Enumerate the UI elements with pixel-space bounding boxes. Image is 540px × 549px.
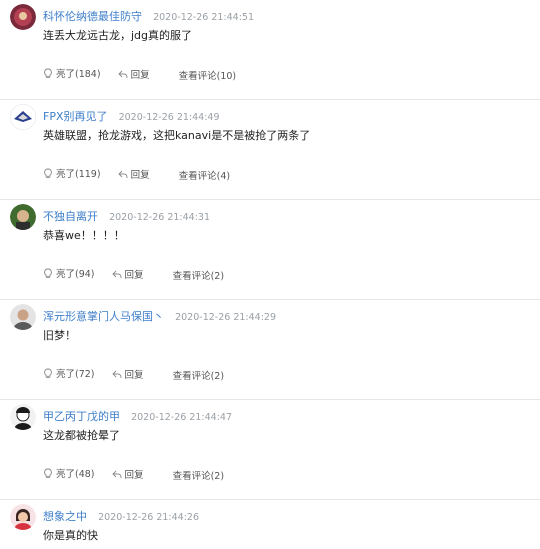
like-button[interactable]: 亮了(94) bbox=[43, 266, 95, 280]
view-comments-link[interactable]: 查看评论(2) bbox=[173, 268, 224, 282]
username[interactable]: 浑元形意掌门人马保国丶 bbox=[43, 310, 164, 323]
reply-arrow-icon bbox=[111, 470, 121, 478]
comment-item: 科怀伦纳德最佳防守 2020-12-26 21:44:51 连丢大龙远古龙，jd… bbox=[0, 0, 540, 100]
timestamp: 2020-12-26 21:44:31 bbox=[109, 212, 210, 223]
avatar[interactable] bbox=[10, 4, 36, 30]
view-comments-label: 查看评论(10) bbox=[178, 70, 237, 82]
timestamp: 2020-12-26 21:44:49 bbox=[118, 112, 220, 123]
username[interactable]: 甲乙丙丁戊的甲 bbox=[43, 410, 120, 423]
reply-arrow-icon bbox=[117, 170, 128, 178]
reply-button[interactable]: 回复 bbox=[117, 167, 150, 181]
like-count: 亮了(119) bbox=[56, 169, 101, 180]
timestamp: 2020-12-26 21:44:29 bbox=[175, 312, 276, 323]
like-button[interactable]: 亮了(184) bbox=[43, 66, 101, 80]
view-comments-label: 查看评论(2) bbox=[172, 470, 225, 482]
view-comments-link[interactable]: 查看评论(2) bbox=[173, 468, 224, 482]
reply-button[interactable]: 回复 bbox=[117, 67, 150, 81]
reply-arrow-icon bbox=[117, 70, 128, 78]
view-comments-link[interactable]: 查看评论(10) bbox=[179, 68, 237, 82]
avatar[interactable] bbox=[10, 404, 36, 430]
timestamp: 2020-12-26 21:44:51 bbox=[153, 12, 254, 23]
reply-label: 回复 bbox=[130, 70, 150, 81]
lightbulb-icon bbox=[44, 68, 52, 78]
lightbulb-icon bbox=[44, 368, 52, 378]
comment-text: 这龙都被抢晕了 bbox=[43, 429, 120, 442]
reply-label: 回复 bbox=[130, 170, 150, 181]
avatar[interactable] bbox=[10, 304, 36, 330]
like-button[interactable]: 亮了(48) bbox=[43, 466, 95, 480]
view-comments-label: 查看评论(2) bbox=[172, 270, 225, 282]
like-count: 亮了(72) bbox=[56, 369, 95, 380]
username[interactable]: 想象之中 bbox=[43, 510, 87, 523]
username[interactable]: FPX别再见了 bbox=[43, 110, 108, 123]
reply-label: 回复 bbox=[124, 370, 144, 381]
like-count: 亮了(184) bbox=[56, 69, 101, 80]
reply-button[interactable]: 回复 bbox=[111, 267, 144, 281]
avatar[interactable] bbox=[10, 504, 36, 530]
comment-item: 不独自离开 2020-12-26 21:44:31 恭喜we！！！！ 亮了(94… bbox=[0, 200, 540, 300]
reply-arrow-icon bbox=[111, 370, 121, 378]
comment-text: 连丢大龙远古龙，jdg真的服了 bbox=[43, 29, 193, 42]
comment-text: 你是真的快 bbox=[43, 529, 98, 542]
lightbulb-icon bbox=[44, 468, 52, 478]
like-count: 亮了(48) bbox=[56, 469, 95, 480]
reply-button[interactable]: 回复 bbox=[111, 367, 144, 381]
view-comments-label: 查看评论(4) bbox=[178, 170, 231, 182]
comment-text: 英雄联盟，抢龙游戏，这把kanavi是不是被抢了两条了 bbox=[43, 129, 311, 142]
timestamp: 2020-12-26 21:44:26 bbox=[98, 512, 199, 523]
avatar[interactable] bbox=[10, 204, 36, 230]
reply-label: 回复 bbox=[124, 470, 144, 481]
username[interactable]: 不独自离开 bbox=[43, 210, 98, 223]
comment-item: 浑元形意掌门人马保国丶 2020-12-26 21:44:29 旧梦！ 亮了(7… bbox=[0, 300, 540, 400]
comment-item: 想象之中 2020-12-26 21:44:26 你是真的快 bbox=[0, 500, 540, 549]
view-comments-link[interactable]: 查看评论(4) bbox=[179, 168, 230, 182]
timestamp: 2020-12-26 21:44:47 bbox=[131, 412, 232, 423]
comment-text: 恭喜we！！！！ bbox=[43, 229, 125, 242]
reply-label: 回复 bbox=[124, 270, 144, 281]
comment-item: FPX别再见了 2020-12-26 21:44:49 英雄联盟，抢龙游戏，这把… bbox=[0, 100, 540, 200]
like-button[interactable]: 亮了(72) bbox=[43, 366, 95, 380]
username[interactable]: 科怀伦纳德最佳防守 bbox=[43, 10, 142, 23]
reply-button[interactable]: 回复 bbox=[111, 467, 144, 481]
comment-text: 旧梦！ bbox=[43, 329, 76, 342]
comment-item: 甲乙丙丁戊的甲 2020-12-26 21:44:47 这龙都被抢晕了 亮了(4… bbox=[0, 400, 540, 500]
reply-arrow-icon bbox=[111, 270, 121, 278]
like-count: 亮了(94) bbox=[56, 269, 95, 280]
view-comments-link[interactable]: 查看评论(2) bbox=[173, 368, 224, 382]
lightbulb-icon bbox=[44, 268, 52, 278]
like-button[interactable]: 亮了(119) bbox=[43, 166, 101, 180]
avatar[interactable] bbox=[10, 104, 36, 130]
lightbulb-icon bbox=[44, 168, 52, 178]
view-comments-label: 查看评论(2) bbox=[172, 370, 225, 382]
